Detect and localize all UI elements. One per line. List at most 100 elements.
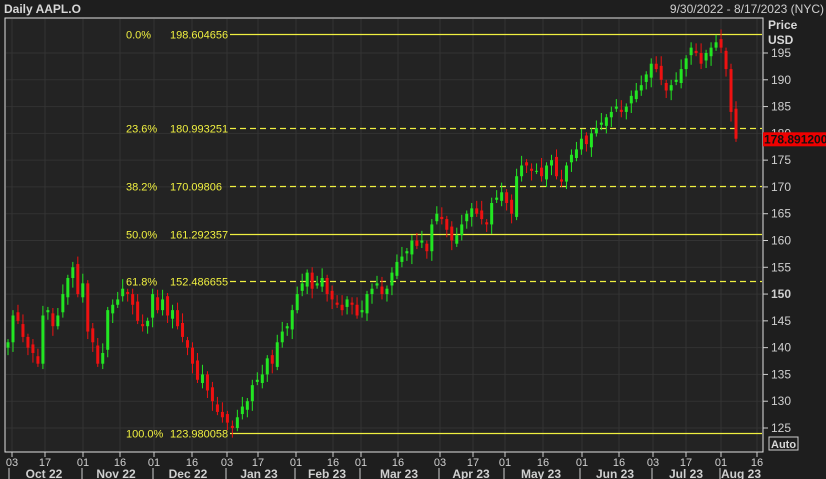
candle-body: [76, 264, 80, 295]
y-tick-label: 175: [771, 153, 791, 167]
last-price: 178.891200: [764, 132, 826, 146]
candle: [86, 280, 90, 340]
candle-body: [11, 315, 15, 343]
candle-body: [230, 425, 234, 428]
candle-body: [245, 401, 249, 410]
candle-body: [280, 331, 284, 343]
candle-body: [564, 165, 568, 182]
fib-pct-label: 23.6%: [126, 124, 157, 136]
candle-body: [704, 53, 708, 61]
candle-body: [171, 310, 175, 319]
candle-body: [320, 277, 324, 287]
candle-body: [61, 294, 65, 313]
candle-body: [425, 243, 429, 252]
candle-body: [41, 315, 45, 364]
candle-body: [500, 192, 504, 201]
currency-label: USD: [768, 33, 794, 47]
candle-body: [554, 156, 558, 177]
candle-body: [330, 290, 334, 300]
candle-body: [689, 47, 693, 56]
candle-body: [81, 283, 85, 298]
candle-body: [6, 342, 10, 348]
candle-body: [290, 310, 294, 330]
candle-body: [370, 288, 374, 295]
auto-button[interactable]: Auto: [768, 436, 799, 451]
candle-body: [415, 240, 419, 246]
candle-body: [699, 53, 703, 64]
candle-body: [340, 304, 344, 311]
x-month-label: Aug 23: [721, 467, 761, 479]
candle-body: [490, 202, 494, 225]
y-tick-label: 185: [771, 100, 791, 114]
candle-body: [300, 283, 304, 291]
candle-body: [559, 179, 563, 182]
candle-body: [435, 213, 439, 222]
candle-body: [375, 283, 379, 286]
price-axis-label: Price: [768, 18, 798, 32]
candle-body: [550, 160, 554, 166]
candle-body: [420, 240, 424, 243]
x-month-label: May 23: [521, 467, 561, 479]
candle-body: [505, 192, 509, 203]
fib-pct-label: 50.0%: [126, 230, 157, 242]
candle-body: [365, 294, 369, 314]
candle-body: [96, 345, 100, 364]
candle-body: [350, 302, 354, 305]
candle-body: [535, 170, 539, 172]
x-day-label: 03: [221, 457, 233, 469]
x-day-label: 03: [434, 457, 446, 469]
candle-body: [634, 90, 638, 100]
candle-body: [325, 277, 329, 295]
candle-body: [265, 358, 269, 375]
candle-body: [400, 256, 404, 262]
price-axis: 1251301351401451501551601651701751801851…: [763, 46, 791, 435]
candle-body: [574, 149, 578, 158]
auto-button-label: Auto: [771, 439, 796, 451]
x-month-label: Jun 23: [596, 467, 634, 479]
x-day-label: 01: [499, 457, 511, 469]
candle-body: [724, 50, 728, 70]
candle-body: [604, 117, 608, 126]
candlestick-chart[interactable]: 0.0% 198.604656 23.6% 180.993251 38.2% 170.09…: [0, 0, 826, 479]
candle-body: [510, 199, 514, 214]
fib-value-label: 123.980058: [170, 429, 228, 441]
candle-body: [26, 336, 30, 348]
x-month-label: Apr 23: [452, 467, 490, 479]
x-month-label: Jul 23: [669, 467, 703, 479]
candle-body: [181, 322, 185, 337]
candle-body: [579, 138, 583, 150]
candle-body: [629, 95, 633, 104]
candle-body: [540, 167, 544, 177]
x-day-label: 01: [290, 457, 302, 469]
candle-body: [101, 352, 105, 364]
y-tick-label: 130: [771, 394, 791, 408]
x-day-label: 01: [77, 457, 89, 469]
fib-value-label: 170.09806: [170, 182, 222, 194]
fib-pct-label: 61.8%: [126, 277, 157, 289]
candle-body: [714, 42, 718, 48]
candle-body: [530, 168, 534, 171]
candle-body: [91, 328, 95, 343]
x-day-label: 01: [148, 457, 160, 469]
candle-body: [395, 261, 399, 276]
candle-body: [21, 324, 25, 337]
x-day-label: 01: [355, 457, 367, 469]
candle: [106, 306, 110, 358]
y-tick-label: 165: [771, 207, 791, 221]
x-month-label: Mar 23: [380, 467, 418, 479]
candle-body: [405, 251, 409, 254]
y-tick-label: 145: [771, 314, 791, 328]
date-axis: 03 17 01 16 01 16 03 17 01 16 01 16 03 17 01 16 01 16 03 17…: [6, 452, 763, 479]
candle-body: [195, 360, 199, 380]
candle-body: [515, 176, 519, 217]
candle-body: [719, 39, 723, 48]
candle-body: [295, 294, 299, 311]
candle-body: [275, 342, 279, 367]
candle-body: [151, 294, 155, 318]
y-tick-label: 160: [771, 233, 791, 247]
candle-body: [106, 310, 110, 350]
candle-body: [450, 226, 454, 241]
x-day-label: 03: [647, 457, 659, 469]
candle-body: [255, 379, 259, 382]
candle-body: [46, 310, 50, 313]
